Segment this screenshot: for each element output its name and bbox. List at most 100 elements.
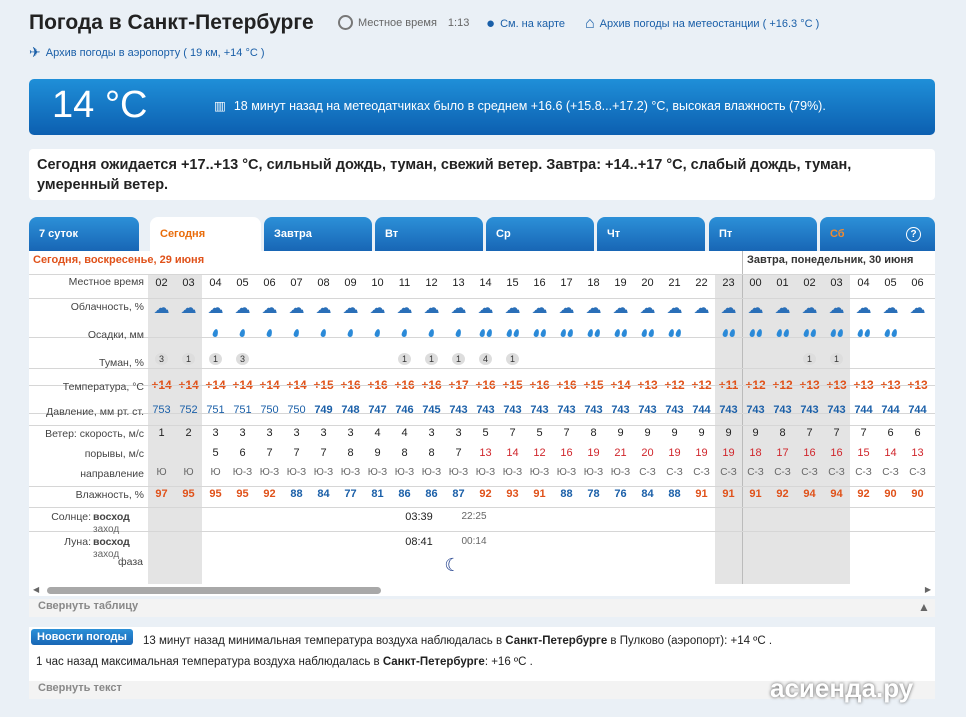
hour-cell: 04 [209, 277, 222, 289]
scroll-left-icon[interactable]: ◀ [33, 585, 39, 594]
gust-cell: 17 [776, 447, 789, 459]
wind-cell: 1 [158, 427, 165, 439]
direction-cell: Ю-З [394, 467, 415, 478]
row-divider [29, 385, 935, 386]
humidity-cell: 91 [533, 488, 546, 500]
tab-thu[interactable]: Чт [597, 217, 705, 251]
pressure-cell: 743 [557, 404, 576, 416]
gust-cell: 13 [911, 447, 924, 459]
humidity-cell: 78 [587, 488, 600, 500]
horizontal-scrollbar[interactable]: ◀ ▶ [29, 584, 935, 596]
cloud-icon: ☁ [342, 300, 359, 317]
weather-table: Сегодня, воскресенье, 29 июня Завтра, по… [29, 251, 935, 584]
map-link[interactable]: ● См. на карте [486, 15, 565, 32]
humidity-cell: 86 [398, 488, 411, 500]
tomorrow-header: Завтра, понедельник, 30 июня [747, 254, 914, 266]
humidity-cell: 88 [668, 488, 681, 500]
hour-column: 04 ☁ 1 +14 751 3 5 Ю 95 [202, 274, 229, 584]
wind-cell: 7 [860, 427, 867, 439]
pressure-cell: 743 [746, 404, 765, 416]
day-separator [742, 251, 743, 584]
fog-icon: 1 [202, 353, 229, 365]
gust-cell: 19 [668, 447, 681, 459]
rain-icon [337, 328, 364, 340]
gust-cell: 21 [614, 447, 627, 459]
tab-sat[interactable]: Сб ? [820, 217, 935, 251]
wind-cell: 3 [266, 427, 273, 439]
direction-cell: С-З [828, 467, 845, 478]
label-cloud: Облачность, % [70, 301, 144, 313]
label-gusts: порывы, м/с [84, 448, 144, 460]
hour-column: 21 ☁ +12 743 9 19 С-З 88 [661, 274, 688, 584]
cloud-icon: ☁ [666, 300, 683, 317]
pressure-cell: 743 [827, 404, 846, 416]
wind-cell: 3 [455, 427, 462, 439]
cloud-icon: ☁ [234, 300, 251, 317]
site-logo: асиенда.ру [770, 673, 914, 703]
tab-wed[interactable]: Ср [486, 217, 594, 251]
scroll-thumb[interactable] [47, 587, 381, 594]
hour-column: 03 ☁ 1 +14 752 2 Ю 95 [175, 274, 202, 584]
pressure-cell: 750 [260, 404, 279, 416]
fog-icon: 1 [418, 353, 445, 365]
cloud-icon: ☁ [558, 300, 575, 317]
tab-tue[interactable]: Вт [375, 217, 483, 251]
wind-cell: 3 [347, 427, 354, 439]
tab-fri[interactable]: Пт [709, 217, 817, 251]
cloud-icon: ☁ [477, 300, 494, 317]
direction-cell: Ю-З [448, 467, 469, 478]
fog-icon: 4 [472, 353, 499, 365]
cloud-icon: ☁ [531, 300, 548, 317]
pressure-cell: 744 [908, 404, 927, 416]
humidity-cell: 77 [344, 488, 357, 500]
pressure-cell: 743 [773, 404, 792, 416]
rain-icon [634, 328, 661, 340]
pressure-cell: 743 [584, 404, 603, 416]
wind-cell: 8 [590, 427, 597, 439]
airport-archive-link[interactable]: ✈ Архив погоды в аэропорту ( 19 км, +14 … [29, 44, 265, 61]
rain-icon [742, 328, 769, 340]
station-archive-link[interactable]: ⌂ Архив погоды на метеостанции ( +16.3 °… [585, 15, 819, 33]
scroll-right-icon[interactable]: ▶ [925, 585, 931, 594]
fog-icon: 1 [391, 353, 418, 365]
cloud-icon: ☁ [747, 300, 764, 317]
rain-icon [607, 328, 634, 340]
cloud-icon: ☁ [504, 300, 521, 317]
humidity-cell: 91 [722, 488, 735, 500]
humidity-cell: 88 [290, 488, 303, 500]
collapse-table-button[interactable]: Свернуть таблицу [29, 599, 935, 617]
pressure-cell: 748 [341, 404, 360, 416]
direction-cell: Ю [156, 467, 167, 478]
moon-phase-icon: ☾ [444, 555, 461, 575]
hour-cell: 03 [830, 277, 843, 289]
hour-column: 01 ☁ +12 743 8 17 С-З 92 [769, 274, 796, 584]
hour-cell: 15 [506, 277, 519, 289]
direction-cell: Ю-З [286, 467, 307, 478]
pressure-cell: 745 [422, 404, 441, 416]
cloud-icon: ☁ [153, 300, 170, 317]
tab-tomorrow[interactable]: Завтра [264, 217, 372, 251]
tab-7-days[interactable]: 7 суток [29, 217, 139, 251]
cloud-icon: ☁ [774, 300, 791, 317]
fog-icon: 1 [796, 353, 823, 365]
moonrise-time: 08:41 [405, 536, 433, 548]
direction-cell: Ю [183, 467, 194, 478]
wind-cell: 2 [185, 427, 192, 439]
news-line-2: 1 час назад максимальная температура воз… [36, 656, 533, 668]
collapse-table-icon[interactable]: ▲ [918, 600, 930, 614]
gust-cell: 8 [347, 447, 354, 459]
cloud-icon: ☁ [288, 300, 305, 317]
hour-cell: 21 [668, 277, 681, 289]
fog-icon: 1 [823, 353, 850, 365]
label-time: Местное время [68, 276, 144, 288]
hour-column: 22 ☁ +12 744 9 19 С-З 91 [688, 274, 715, 584]
help-icon[interactable]: ? [906, 227, 921, 242]
rain-icon [850, 328, 877, 340]
pressure-cell: 752 [179, 404, 198, 416]
hour-column: 20 ☁ +13 743 9 20 С-З 84 [634, 274, 661, 584]
humidity-cell: 90 [911, 488, 924, 500]
tab-today[interactable]: Сегодня [150, 217, 261, 251]
hour-column: 23 ☁ +11 743 9 19 С-З 91 [715, 274, 742, 584]
gust-cell: 5 [212, 447, 219, 459]
hour-column: 17 ☁ +16 743 7 16 Ю-З 88 [553, 274, 580, 584]
